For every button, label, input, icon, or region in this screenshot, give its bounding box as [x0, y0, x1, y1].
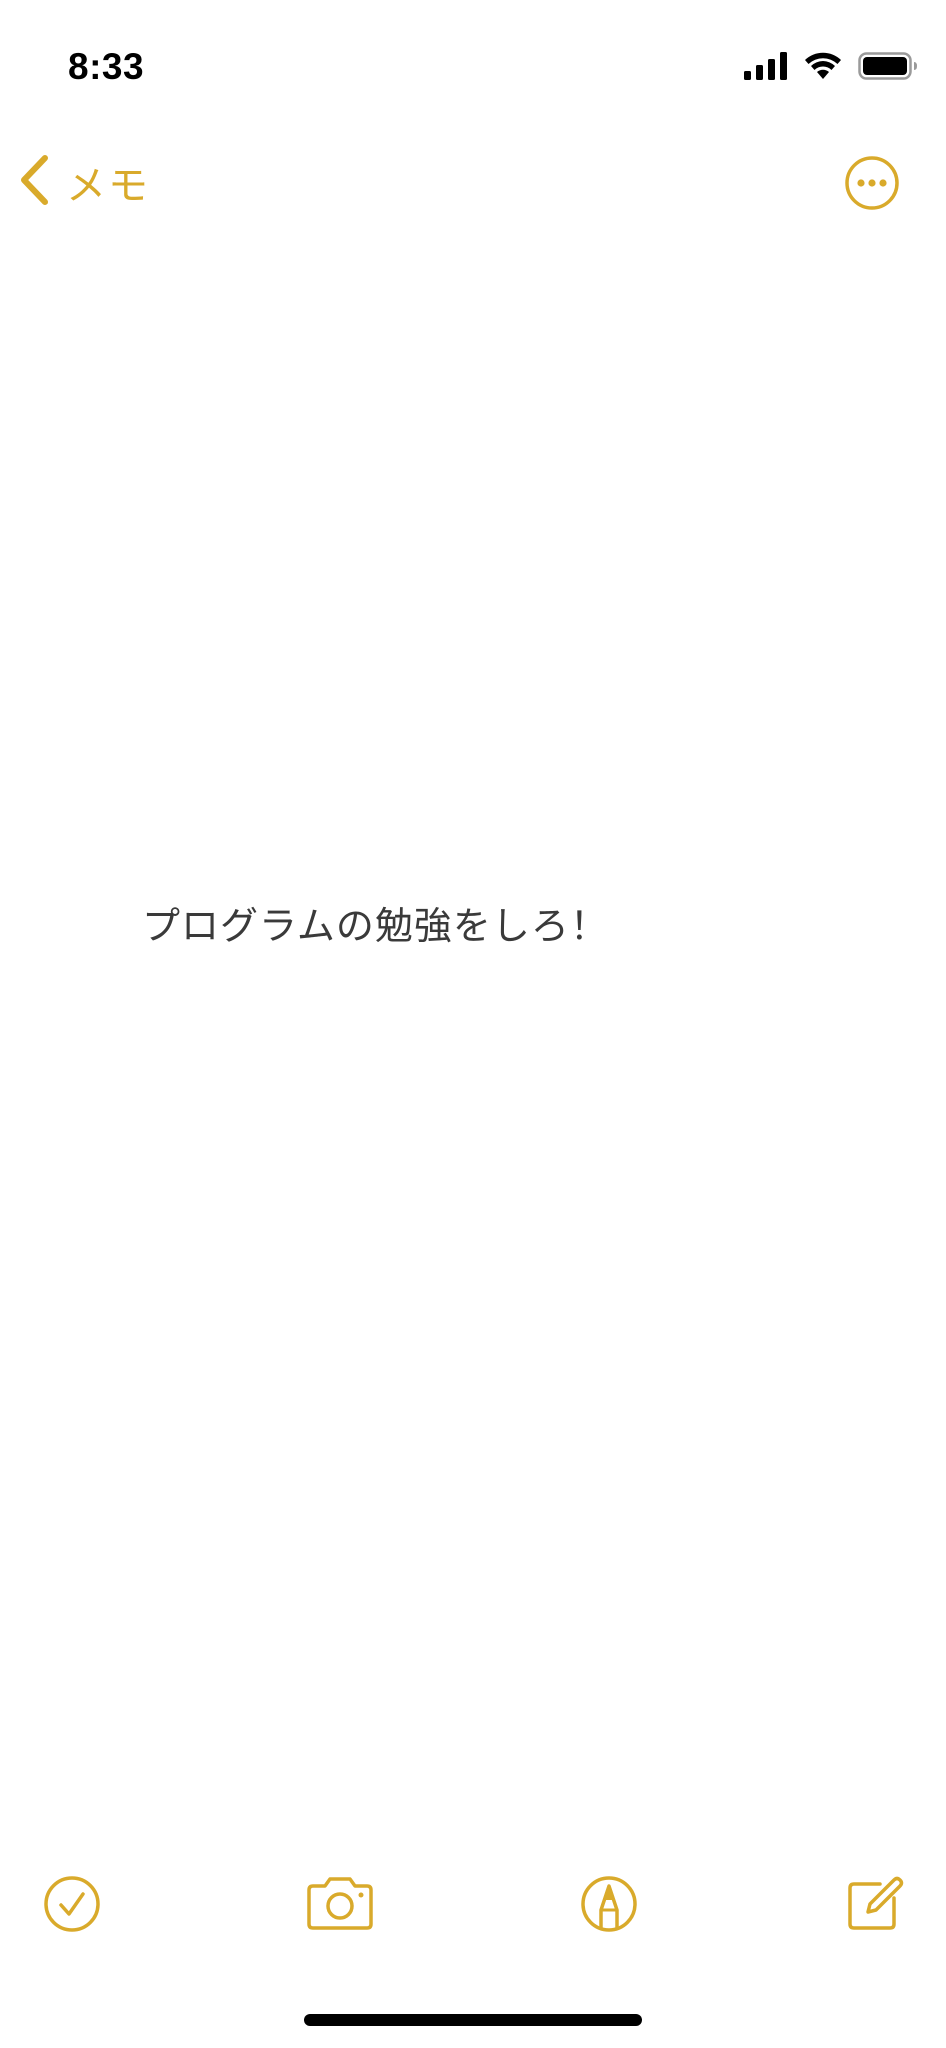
more-options-button[interactable] [844, 155, 900, 211]
status-icons [744, 52, 918, 80]
cellular-signal-icon [744, 52, 788, 80]
camera-icon [303, 1872, 377, 1936]
home-indicator[interactable] [304, 2014, 642, 2026]
back-label: メモ [66, 163, 150, 209]
ellipsis-circle-icon [844, 156, 900, 215]
wifi-icon [804, 52, 842, 80]
battery-icon [858, 52, 918, 80]
navigation-bar: メモ [0, 140, 946, 220]
compose-icon [842, 1872, 906, 1936]
note-text[interactable]: プログラムの勉強をしろ！ [142, 895, 609, 950]
bottom-toolbar [0, 1872, 946, 1942]
camera-button[interactable] [303, 1872, 377, 1936]
compose-button[interactable] [842, 1872, 906, 1936]
status-bar: 8:33 [0, 0, 946, 130]
markup-pen-icon [577, 1872, 641, 1936]
checklist-button[interactable] [40, 1872, 104, 1936]
chevron-left-icon [18, 154, 50, 210]
notes-screen: 8:33 メモ プログラムの勉強をしろ！ [0, 0, 946, 2048]
status-time: 8:33 [68, 46, 145, 87]
markup-button[interactable] [577, 1872, 641, 1936]
back-button[interactable]: メモ [18, 154, 150, 210]
checklist-icon [40, 1872, 104, 1936]
